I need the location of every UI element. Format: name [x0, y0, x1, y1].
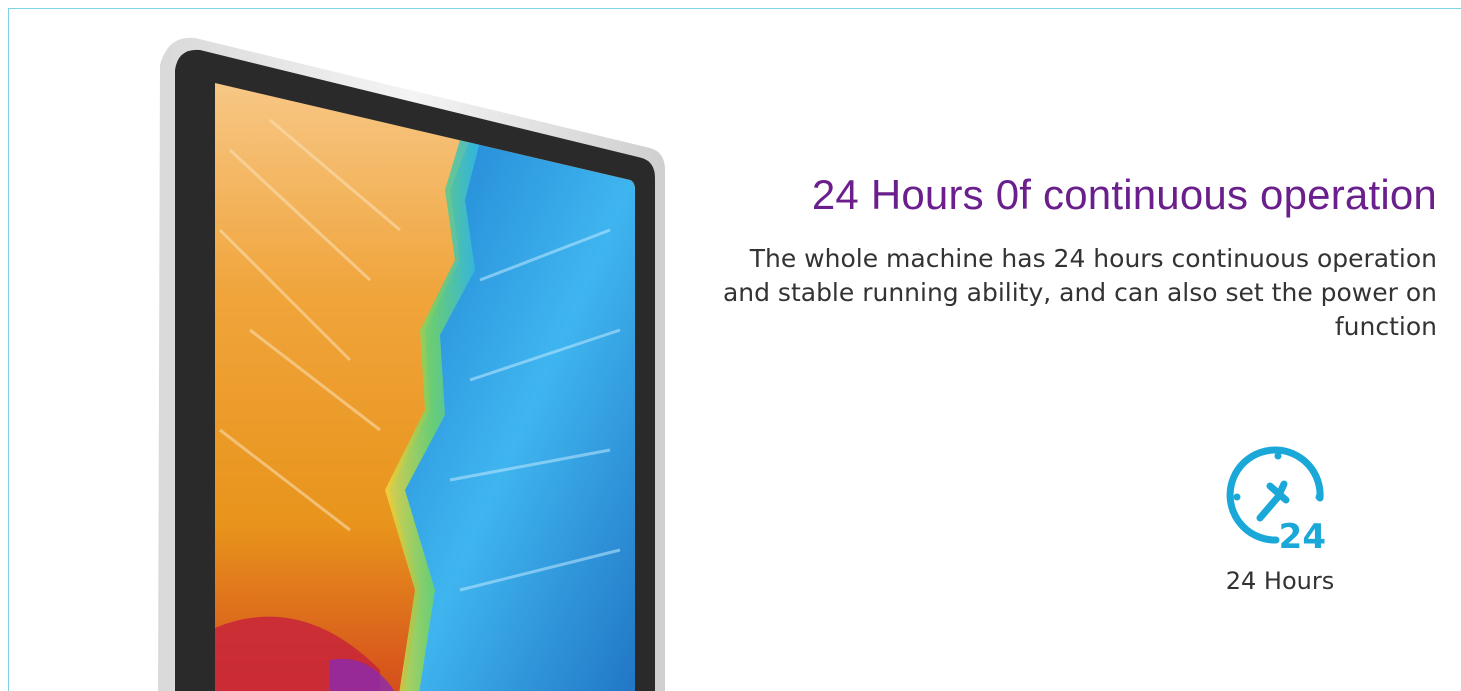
icon-text: 24	[1279, 517, 1326, 555]
page: 24 Hours 0f continuous operation The who…	[0, 0, 1461, 691]
monitor-image	[158, 37, 665, 691]
feature-label: 24 Hours	[1225, 567, 1335, 595]
headline: 24 Hours 0f continuous operation	[811, 171, 1437, 218]
description: The whole machine has 24 hours continuou…	[722, 244, 1437, 341]
feature-24-hours: 24 24 Hours	[1180, 440, 1380, 595]
clock-24-icon: 24	[1226, 446, 1326, 555]
